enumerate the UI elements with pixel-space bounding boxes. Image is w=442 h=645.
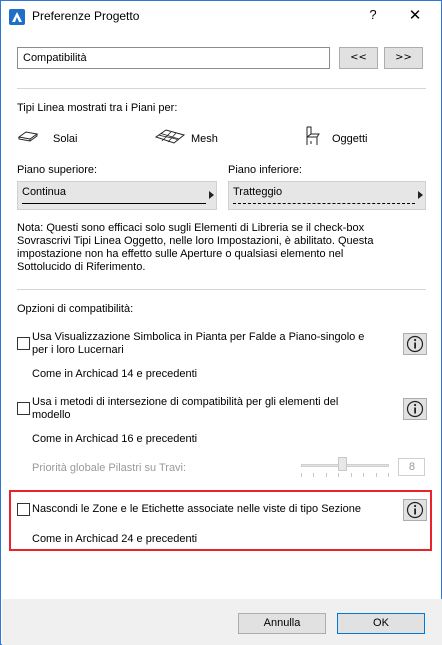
close-button[interactable]: ✕ — [405, 6, 425, 26]
lower-floor-label: Piano inferiore: — [228, 164, 302, 176]
separator — [17, 289, 426, 290]
highlight-box — [9, 490, 432, 551]
objects-label: Oggetti — [332, 133, 368, 145]
intersection-compat-line-2: modello — [32, 409, 71, 421]
slab-icon — [17, 129, 39, 148]
separator — [17, 88, 426, 89]
priority-value-field: 8 — [398, 458, 425, 476]
dashed-line-preview — [233, 203, 415, 204]
mesh-label: Mesh — [191, 133, 218, 145]
symbolic-roof-display-checkbox[interactable] — [17, 337, 30, 350]
page-selector-value: Compatibilità — [23, 52, 87, 64]
chair-object-icon — [303, 125, 321, 150]
archicad-16-note: Come in Archicad 16 e precedenti — [32, 433, 198, 445]
info-icon — [406, 335, 424, 353]
intersection-compat-line-1: Usa i metodi di intersezione di compatib… — [32, 396, 339, 408]
previous-page-button[interactable]: << — [339, 47, 378, 69]
intersection-compat-label: Usa i metodi di intersezione di compatib… — [32, 396, 338, 422]
info-button-2[interactable] — [403, 398, 427, 420]
slabs-label: Solai — [53, 133, 78, 145]
preferences-dialog: Preferenze Progetto ? ✕ Compatibilità <<… — [0, 0, 442, 645]
help-button[interactable]: ? — [363, 7, 383, 25]
note-line-4: Sottolucido di Riferimento. — [17, 261, 146, 273]
note-text: Nota: Questi sono efficaci solo sugli El… — [17, 222, 417, 274]
upper-floor-linetype-popup[interactable]: Continua — [17, 181, 217, 210]
linetypes-heading: Tipi Linea mostrati tra i Piani per: — [17, 102, 178, 114]
info-button-1[interactable] — [403, 333, 427, 355]
upper-floor-linetype-value: Continua — [22, 186, 67, 198]
priority-slider-thumb — [338, 457, 347, 471]
priority-value: 8 — [408, 461, 415, 473]
upper-floor-label: Piano superiore: — [17, 164, 98, 176]
page-selector-dropdown[interactable]: Compatibilità — [17, 47, 330, 69]
popup-arrow-icon — [209, 191, 214, 199]
archicad-14-note: Come in Archicad 14 e precedenti — [32, 368, 198, 380]
compatibility-heading: Opzioni di compatibilità: — [17, 303, 134, 315]
ok-button[interactable]: OK — [337, 613, 425, 634]
column-beam-priority-label: Priorità globale Pilastri su Travi: — [32, 462, 187, 474]
note-line-1: Nota: Questi sono efficaci solo sugli El… — [17, 222, 365, 234]
lower-floor-linetype-popup[interactable]: Tratteggio — [228, 181, 426, 210]
intersection-compat-checkbox[interactable] — [17, 402, 30, 415]
priority-slider-ticks — [301, 473, 389, 477]
title-bar: Preferenze Progetto ? ✕ — [1, 1, 441, 31]
next-page-button[interactable]: >> — [384, 47, 423, 69]
solid-line-preview — [22, 203, 206, 204]
note-line-2: Sovrascrivi Tipi Linea Oggetto, nelle lo… — [17, 235, 374, 247]
symbolic-roof-display-line-2: per i loro Lucernari — [32, 344, 124, 356]
symbolic-roof-display-label: Usa Visualizzazione Simbolica in Pianta … — [32, 331, 364, 357]
archicad-app-icon — [9, 9, 25, 25]
popup-arrow-icon — [418, 191, 423, 199]
cancel-button[interactable]: Annulla — [238, 613, 326, 634]
symbolic-roof-display-line-1: Usa Visualizzazione Simbolica in Pianta … — [32, 331, 365, 343]
note-line-3: impostazione non ha effetto sulle Apertu… — [17, 248, 344, 260]
window-title: Preferenze Progetto — [32, 9, 140, 23]
mesh-icon — [154, 128, 186, 149]
lower-floor-linetype-value: Tratteggio — [233, 186, 283, 198]
info-icon — [406, 400, 424, 418]
